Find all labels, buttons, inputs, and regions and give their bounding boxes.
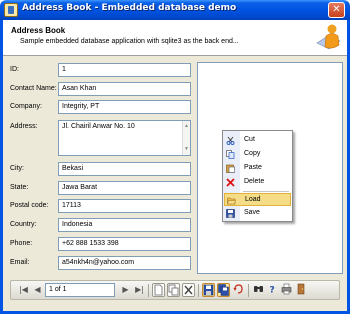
application-window: Address Book - Embedded database demo ✕ … bbox=[0, 0, 350, 314]
find-button[interactable] bbox=[252, 283, 265, 297]
door-exit-icon bbox=[297, 283, 305, 295]
menu-item-save[interactable]: Save bbox=[224, 207, 291, 220]
save-all-icon bbox=[218, 284, 229, 296]
folder-open-icon bbox=[227, 197, 236, 205]
delete-icon bbox=[226, 178, 235, 187]
previous-record-button[interactable]: ◀ bbox=[31, 283, 44, 297]
city-field[interactable]: Bekasi bbox=[58, 162, 191, 176]
phone-label: Phone: bbox=[10, 240, 33, 247]
id-field[interactable]: 1 bbox=[58, 63, 191, 77]
menu-item-cut[interactable]: Cut bbox=[224, 134, 291, 147]
contact-name-label: Contact Name: bbox=[10, 85, 57, 92]
company-label: Company: bbox=[10, 103, 42, 110]
header-title: Address Book bbox=[11, 26, 66, 35]
postal-code-field[interactable]: 17113 bbox=[58, 199, 191, 213]
copy-record-button[interactable] bbox=[167, 283, 180, 297]
header-banner: Address Book Sample embedded database ap… bbox=[3, 20, 347, 56]
floppy-disk-icon bbox=[226, 209, 235, 218]
new-document-icon bbox=[154, 284, 163, 296]
paste-icon bbox=[226, 164, 235, 173]
country-label: Country: bbox=[10, 221, 37, 228]
menu-item-label: Load bbox=[245, 196, 261, 203]
printer-icon bbox=[281, 283, 292, 295]
menu-item-load[interactable]: Load bbox=[224, 193, 291, 206]
delete-record-button[interactable] bbox=[182, 283, 195, 297]
country-field[interactable]: Indonesia bbox=[58, 218, 191, 232]
header-subtitle: Sample embedded database application wit… bbox=[20, 38, 239, 45]
copy-icon bbox=[168, 284, 179, 296]
email-field[interactable]: a54nkh4n@yahoo.com bbox=[58, 256, 191, 270]
undo-icon bbox=[233, 284, 243, 294]
binoculars-icon bbox=[254, 286, 263, 292]
next-record-button[interactable]: ▶ bbox=[119, 283, 132, 297]
title-bar[interactable]: Address Book - Embedded database demo ✕ bbox=[0, 0, 350, 20]
save-record-button[interactable] bbox=[202, 283, 215, 297]
floppy-disk-icon bbox=[203, 284, 214, 296]
address-value: Jl. Chairil Anwar No. 10 bbox=[62, 123, 135, 130]
exit-button[interactable] bbox=[295, 283, 308, 297]
address-scrollbar[interactable] bbox=[182, 121, 190, 155]
first-record-button[interactable]: |◀ bbox=[17, 283, 30, 297]
address-field[interactable]: Jl. Chairil Anwar No. 10 bbox=[58, 120, 191, 156]
menu-item-label: Paste bbox=[244, 164, 262, 171]
context-menu: Cut Copy Paste Delete Load Save bbox=[222, 130, 293, 222]
scissors-icon bbox=[226, 136, 235, 145]
toolbar-separator bbox=[198, 284, 199, 297]
phone-field[interactable]: +62 888 1533 398 bbox=[58, 237, 191, 251]
contact-name-field[interactable]: Asan Khan bbox=[58, 82, 191, 96]
company-field[interactable]: Integrity, PT bbox=[58, 100, 191, 114]
person-book-icon bbox=[316, 24, 341, 50]
menu-item-paste[interactable]: Paste bbox=[224, 162, 291, 175]
menu-item-copy[interactable]: Copy bbox=[224, 148, 291, 161]
state-label: State: bbox=[10, 184, 29, 191]
close-button[interactable]: ✕ bbox=[328, 2, 345, 18]
menu-item-delete[interactable]: Delete bbox=[224, 176, 291, 189]
toolbar-separator bbox=[248, 284, 249, 297]
menu-separator bbox=[243, 191, 289, 192]
menu-item-label: Copy bbox=[244, 150, 261, 157]
last-record-button[interactable]: ▶| bbox=[133, 283, 146, 297]
toolbar-separator bbox=[148, 284, 149, 297]
address-book-icon bbox=[4, 3, 18, 17]
help-button[interactable]: ? bbox=[266, 283, 279, 297]
copy-icon bbox=[226, 150, 235, 159]
email-label: Email: bbox=[10, 259, 30, 266]
menu-item-label: Save bbox=[244, 209, 260, 216]
save-all-button[interactable] bbox=[217, 283, 230, 297]
svg-text:?: ? bbox=[270, 286, 275, 296]
address-label: Address: bbox=[10, 123, 38, 130]
record-navigator: |◀ ◀ 1 of 1 ▶ ▶| ? bbox=[10, 280, 340, 300]
state-field[interactable]: Jawa Barat bbox=[58, 181, 191, 195]
postal-code-label: Postal code: bbox=[10, 202, 49, 209]
record-position-field[interactable]: 1 of 1 bbox=[45, 283, 115, 297]
menu-item-label: Cut bbox=[244, 136, 255, 143]
menu-item-label: Delete bbox=[244, 178, 265, 185]
delete-icon bbox=[184, 285, 193, 295]
cancel-edit-button[interactable] bbox=[232, 283, 245, 297]
id-label: ID: bbox=[10, 66, 19, 73]
new-record-button[interactable] bbox=[152, 283, 165, 297]
window-title: Address Book - Embedded database demo bbox=[22, 3, 237, 13]
print-button[interactable] bbox=[280, 283, 293, 297]
help-question-icon: ? bbox=[270, 286, 275, 296]
city-label: City: bbox=[10, 165, 24, 172]
